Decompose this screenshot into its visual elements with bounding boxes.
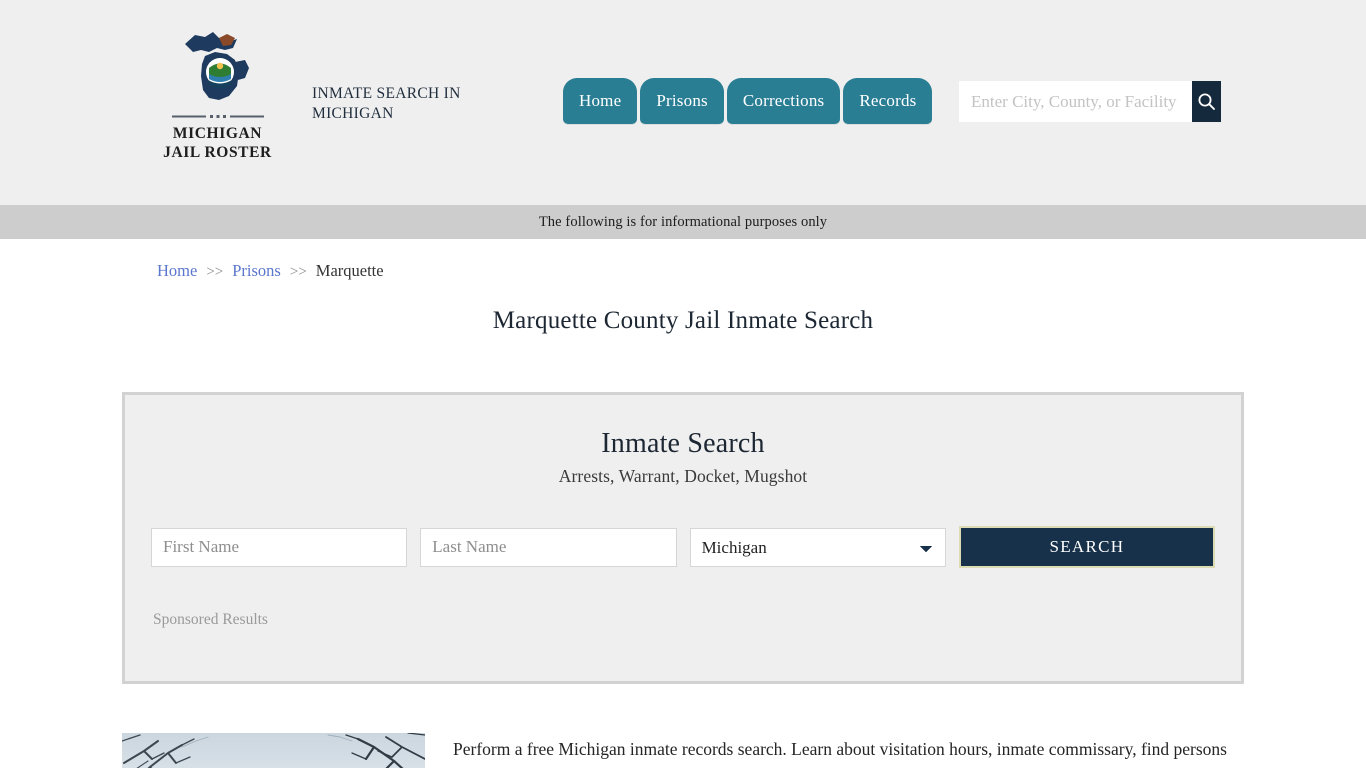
inmate-search-panel: Inmate Search Arrests, Warrant, Docket, … [122,392,1244,684]
breadcrumb-item-prisons[interactable]: Prisons [232,261,281,281]
first-name-input[interactable] [151,527,408,567]
breadcrumb: Home >> Prisons >> Marquette [157,261,384,281]
logo-divider-icon [171,115,264,118]
informational-bar: The following is for informational purpo… [0,205,1366,239]
sponsored-results-label: Sponsored Results [153,611,268,628]
breadcrumb-item-home[interactable]: Home [157,261,197,281]
winter-trees-photo [122,733,425,768]
panel-title: Inmate Search [601,428,765,459]
michigan-state-outline-logo-icon [184,32,249,100]
main-navigation: Home Prisons Corrections Records [556,76,939,124]
site-header: MICHIGAN JAIL ROSTER Inmate Search in Mi… [0,0,1366,205]
logo-wordmark-line2: JAIL ROSTER [163,143,272,161]
winter-trees-image [122,733,425,768]
logo-wordmark-line1: MICHIGAN [172,125,263,142]
informational-bar-text: The following is for informational purpo… [538,213,828,230]
nav-item-records[interactable]: Records [837,78,939,124]
header-search-input[interactable] [959,81,1192,122]
nav-item-corrections[interactable]: Corrections [720,78,846,124]
nav-item-home[interactable]: Home [556,78,644,124]
breadcrumb-separator: >> [289,264,307,280]
site-logo[interactable]: MICHIGAN JAIL ROSTER [160,28,275,163]
site-tagline: Inmate Search in Michigan [312,85,461,122]
breadcrumb-separator: >> [206,264,224,280]
state-select[interactable]: Michigan [689,527,946,567]
nav-item-prisons[interactable]: Prisons [634,78,731,124]
panel-subtitle: Arrests, Warrant, Docket, Mugshot [558,466,808,486]
search-button[interactable]: SEARCH [958,526,1215,568]
last-name-input[interactable] [420,527,677,567]
search-icon [1198,93,1215,110]
header-search-button[interactable] [1192,81,1221,122]
intro-content-row: Perform a free Michigan inmate records s… [122,733,1244,768]
breadcrumb-item-current: Marquette [315,261,384,280]
header-search-bar [959,81,1221,122]
page-title: Marquette County Jail Inmate Search [492,307,874,334]
inmate-search-form: Michigan SEARCH [125,526,1241,568]
intro-paragraph: Perform a free Michigan inmate records s… [453,739,1227,768]
